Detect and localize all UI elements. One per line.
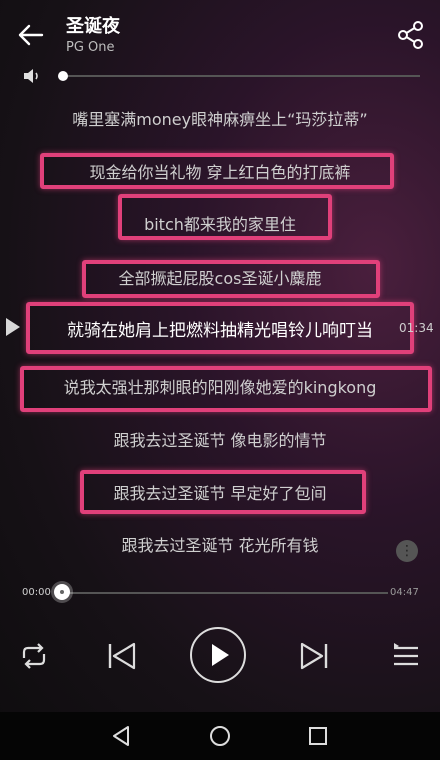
nav-home-button[interactable] <box>202 718 238 754</box>
artist-name: PG One <box>66 40 115 55</box>
volume-slider-track[interactable] <box>60 75 420 77</box>
lyric-seek-time: 01:34 <box>399 321 434 335</box>
playlist-icon <box>394 643 418 666</box>
back-arrow-icon <box>18 24 44 46</box>
play-icon <box>212 644 229 666</box>
next-button[interactable] <box>292 634 336 678</box>
playlist-button[interactable] <box>384 634 428 678</box>
share-button[interactable] <box>394 18 428 52</box>
nav-back-icon <box>113 726 129 746</box>
lyric-line[interactable]: 现金给你当礼物 穿上红白色的打底裤 <box>0 159 440 183</box>
repeat-icon <box>22 643 46 669</box>
elapsed-time: 00:00 <box>22 587 51 598</box>
nav-recent-button[interactable] <box>300 718 336 754</box>
song-title: 圣诞夜 <box>66 16 120 37</box>
progress-knob[interactable] <box>54 584 70 600</box>
progress-track[interactable] <box>62 592 388 594</box>
skip-previous-icon <box>108 642 136 670</box>
lyric-line[interactable]: 跟我去过圣诞节 早定好了包间 <box>0 480 440 504</box>
total-time: 04:47 <box>390 587 419 598</box>
repeat-button[interactable] <box>12 634 56 678</box>
lyric-line-current[interactable]: 就骑在她肩上把燃料抽精光唱铃儿响叮当 <box>0 316 440 341</box>
nav-recent-icon <box>309 727 327 745</box>
previous-button[interactable] <box>100 634 144 678</box>
lyric-line[interactable]: 跟我去过圣诞节 花光所有钱 <box>0 532 440 556</box>
share-icon <box>398 21 423 49</box>
more-icon[interactable]: ⋮ <box>396 540 418 562</box>
lyric-line[interactable]: 嘴里塞满money眼神麻痹坐上“玛莎拉蒂” <box>0 106 440 130</box>
lyric-line[interactable]: 全部撅起屁股cos圣诞小麋鹿 <box>0 265 440 289</box>
volume-slider-knob[interactable] <box>58 71 68 81</box>
speaker-icon[interactable] <box>22 66 42 86</box>
play-button[interactable] <box>190 627 246 683</box>
nav-home-icon <box>210 726 230 746</box>
skip-next-icon <box>300 642 328 670</box>
lyric-line[interactable]: 说我太强壮那刺眼的阳刚像她爱的kingkong <box>0 374 440 398</box>
nav-back-button[interactable] <box>104 718 140 754</box>
back-button[interactable] <box>14 18 48 52</box>
lyric-seek-play-icon[interactable] <box>6 318 20 336</box>
lyric-line[interactable]: bitch都来我的家里住 <box>0 211 440 235</box>
lyric-line[interactable]: 跟我去过圣诞节 像电影的情节 <box>0 427 440 451</box>
